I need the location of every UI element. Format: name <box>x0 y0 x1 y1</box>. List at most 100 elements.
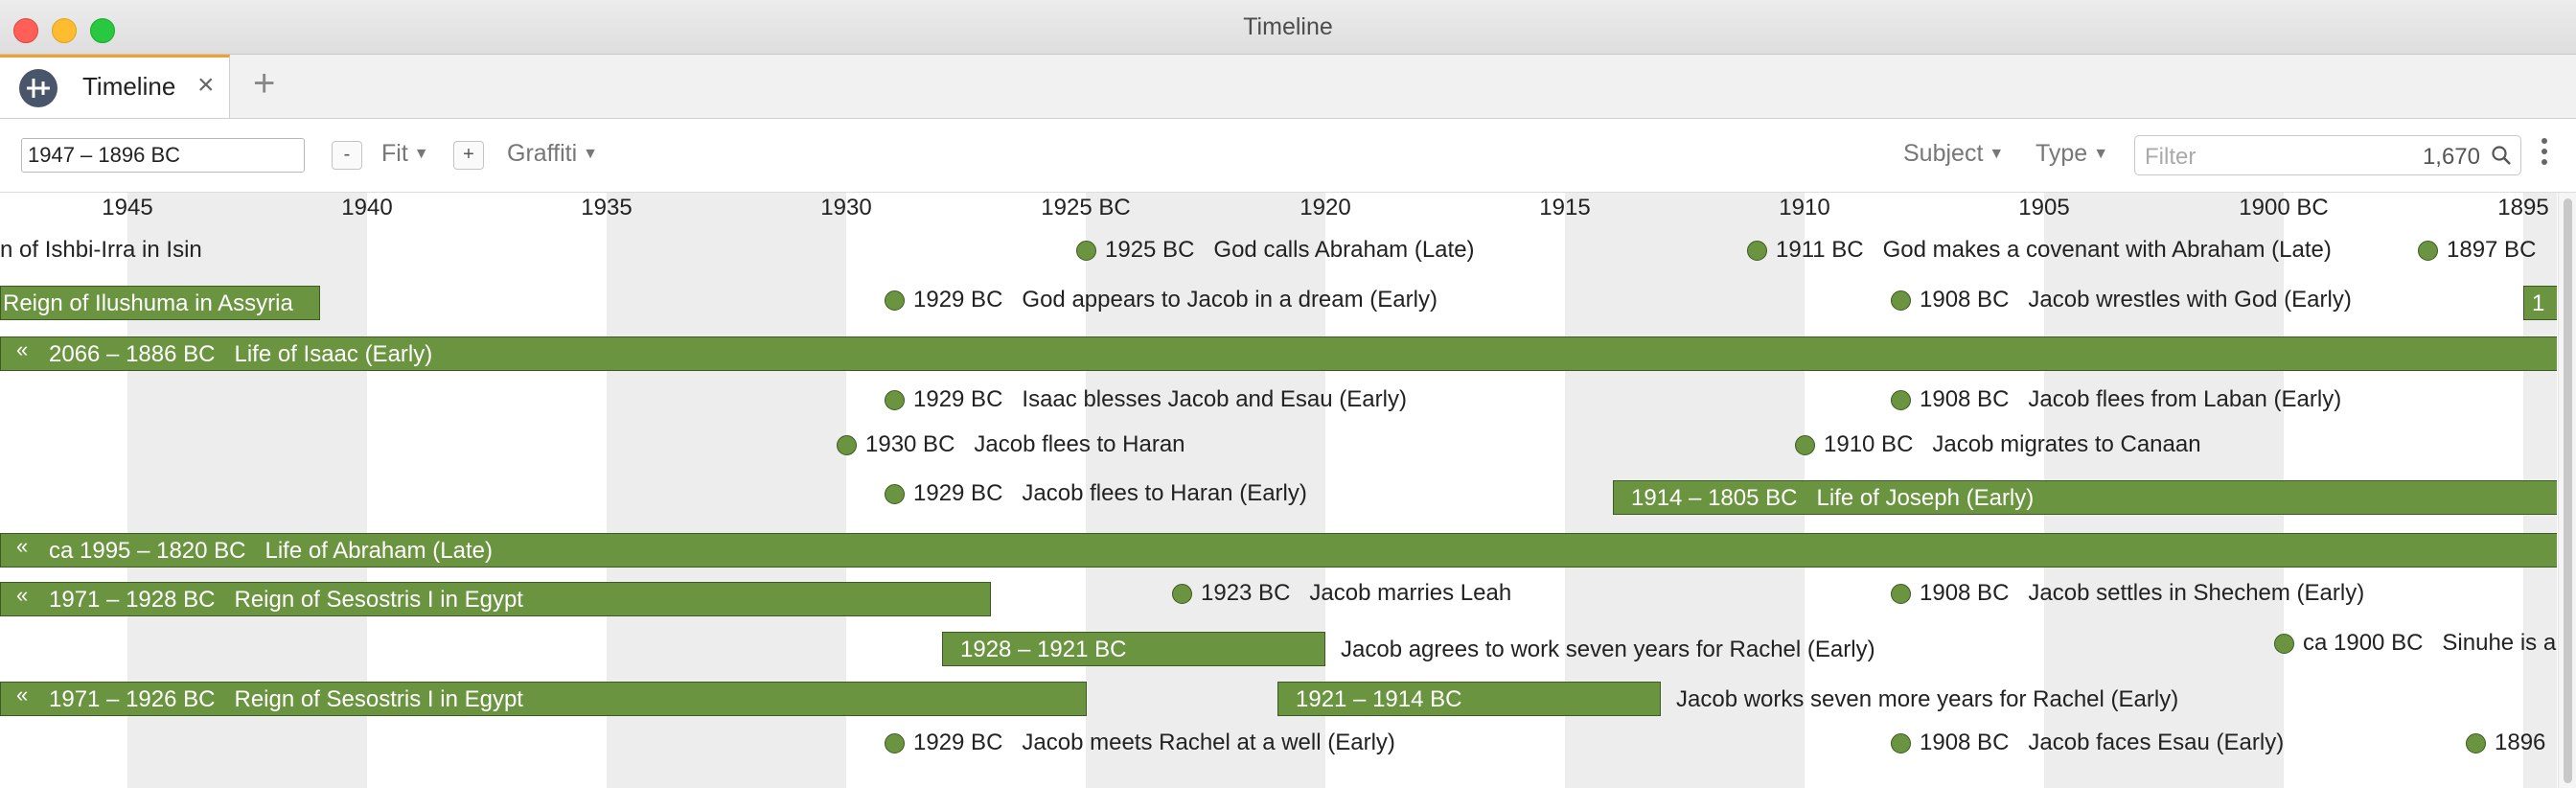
subject-dropdown[interactable]: Subject ▼ <box>1903 140 2004 168</box>
type-dropdown[interactable]: Type ▼ <box>2036 140 2108 168</box>
event-title: Jacob wrestles with God (Early) <box>2028 287 2352 313</box>
timeline-span[interactable]: « 2066 – 1886 BC Life of Isaac (Early) <box>0 336 2557 371</box>
chevron-left-icon: « <box>16 683 29 707</box>
event-dot-icon <box>1891 390 1911 410</box>
event-date: 1929 BC <box>913 480 1003 506</box>
event-date: 1911 BC <box>1776 237 1864 263</box>
result-count: 1,670 <box>2422 144 2480 170</box>
timeline-span[interactable]: 1 <box>2523 286 2557 320</box>
axis-tick-label: 1925 BC <box>1041 195 1131 220</box>
tab-timeline[interactable]: Timeline × <box>0 55 230 118</box>
scrollbar-thumb[interactable] <box>2564 198 2572 783</box>
axis-tick-label: 1905 <box>2018 195 2070 220</box>
event-dot-icon <box>2466 733 2486 753</box>
event-dot-icon <box>1795 435 1815 455</box>
axis-tick-label: 1945 <box>102 195 153 220</box>
span-title: Jacob works seven more years for Rachel … <box>1676 686 2179 712</box>
tab-label: Timeline <box>82 72 176 101</box>
span-title: Reign of Sesostris I in Egypt <box>234 686 523 712</box>
event-dot-icon <box>1747 241 1767 261</box>
event-date: 1910 BC <box>1824 431 1914 457</box>
tab-close-icon[interactable]: × <box>197 69 215 102</box>
filter-placeholder: Filter <box>2145 144 2196 170</box>
event-dot-icon <box>885 484 905 504</box>
timeline-span[interactable]: Reign of Ilushuma in Assyria <box>0 286 320 320</box>
more-options-icon[interactable] <box>2540 138 2549 170</box>
axis-tick-label: 1910 <box>1779 195 1830 220</box>
axis-tick-label: 1915 <box>1539 195 1591 220</box>
event-dot-icon <box>1891 290 1911 311</box>
event-title: n of Ishbi-Irra in Isin <box>0 237 202 263</box>
span-title: Life of Joseph (Early) <box>1816 485 2035 511</box>
zoom-in-button[interactable]: + <box>453 141 484 170</box>
event-title: Isaac blesses Jacob and Esau (Early) <box>1022 386 1407 412</box>
type-label: Type <box>2036 140 2088 167</box>
span-title: Jacob agrees to work seven years for Rac… <box>1341 637 1875 662</box>
graffiti-dropdown[interactable]: Graffiti ▼ <box>507 140 598 168</box>
timeline-canvas[interactable]: 1945 1940 1935 1930 1925 BC 1920 1915 19… <box>0 193 2557 788</box>
event-title: Jacob flees from Laban (Early) <box>2028 386 2342 412</box>
axis-tick-label: 1900 BC <box>2239 195 2329 220</box>
event-title: God calls Abraham (Late) <box>1213 237 1475 263</box>
timeline-span[interactable]: 1928 – 1921 BC Jacob agrees to work seve… <box>942 632 1875 666</box>
event-date: 1897 BC <box>2447 237 2537 263</box>
span-date: 1914 – 1805 BC <box>1631 485 1798 511</box>
span-title: Reign of Ilushuma in Assyria <box>3 290 293 316</box>
time-axis: 1945 1940 1935 1930 1925 BC 1920 1915 19… <box>0 193 2557 221</box>
event-dot-icon <box>837 435 857 455</box>
chevron-down-icon: ▼ <box>583 146 599 162</box>
chevron-left-icon: « <box>16 583 29 607</box>
zoom-out-button[interactable]: - <box>332 141 362 170</box>
event-title: Jacob faces Esau (Early) <box>2028 730 2285 755</box>
timeline-span[interactable]: « 1971 – 1926 BC Reign of Sesostris I in … <box>0 682 1087 716</box>
chevron-down-icon: ▼ <box>1989 146 2005 162</box>
event-title: Jacob flees to Haran <box>974 431 1185 457</box>
event-title: Jacob marries Leah <box>1309 580 1512 606</box>
timeline-icon <box>19 69 58 107</box>
event-title: God appears to Jacob in a dream (Early) <box>1022 287 1438 313</box>
axis-tick-label: 1940 <box>341 195 393 220</box>
span-date: 1921 – 1914 BC <box>1296 686 1462 712</box>
span-date: 1971 – 1928 BC <box>49 587 216 613</box>
timeline-span[interactable]: 1921 – 1914 BC Jacob works seven more ye… <box>1277 682 2178 716</box>
graffiti-label: Graffiti <box>507 140 578 167</box>
timeline-span[interactable]: « ca 1995 – 1820 BC Life of Abraham (Late… <box>0 533 2557 568</box>
event-date: 1896 <box>2495 730 2546 755</box>
timeline-span[interactable]: 1914 – 1805 BC Life of Joseph (Early) <box>1613 480 2557 515</box>
event-dot-icon <box>2418 241 2438 261</box>
chevron-down-icon: ▼ <box>2093 146 2109 162</box>
event-date: 1930 BC <box>865 431 955 457</box>
event-date: 1925 BC <box>1105 237 1195 263</box>
subject-label: Subject <box>1903 140 1984 167</box>
span-date: 1928 – 1921 BC <box>960 637 1127 662</box>
event-date: 1908 BC <box>1920 386 2010 412</box>
span-date: 2066 – 1886 BC <box>49 341 216 367</box>
event-dot-icon <box>885 390 905 410</box>
axis-tick-label: 1935 <box>581 195 632 220</box>
filter-input[interactable]: Filter 1,670 <box>2134 135 2521 175</box>
vertical-scrollbar[interactable] <box>2558 193 2576 788</box>
window-title: Timeline <box>1243 13 1333 40</box>
event-dot-icon <box>1891 733 1911 753</box>
event-title: Jacob migrates to Canaan <box>1932 431 2201 457</box>
event-date: 1923 BC <box>1201 580 1291 606</box>
event-date: 1908 BC <box>1920 287 2010 313</box>
fit-dropdown[interactable]: Fit ▼ <box>381 140 429 168</box>
axis-tick-label: 1895 <box>2497 195 2549 220</box>
event-date: 1929 BC <box>913 730 1003 755</box>
fit-label: Fit <box>381 140 408 167</box>
date-range-input[interactable] <box>21 138 305 173</box>
event-dot-icon <box>885 733 905 753</box>
chevron-down-icon: ▼ <box>413 146 429 162</box>
event-date: 1908 BC <box>1920 580 2010 606</box>
span-date: 1971 – 1926 BC <box>49 686 216 712</box>
event-dot-icon <box>1891 584 1911 604</box>
event-title: Jacob settles in Shechem (Early) <box>2028 580 2365 606</box>
span-title: Life of Isaac (Early) <box>234 341 433 367</box>
event-date: 1929 BC <box>913 287 1003 313</box>
search-icon <box>2492 146 2511 165</box>
new-tab-button[interactable]: + <box>253 62 275 105</box>
timeline-span[interactable]: « 1971 – 1928 BC Reign of Sesostris I in … <box>0 582 991 616</box>
span-title: Reign of Sesostris I in Egypt <box>234 587 523 613</box>
chevron-left-icon: « <box>16 337 29 361</box>
